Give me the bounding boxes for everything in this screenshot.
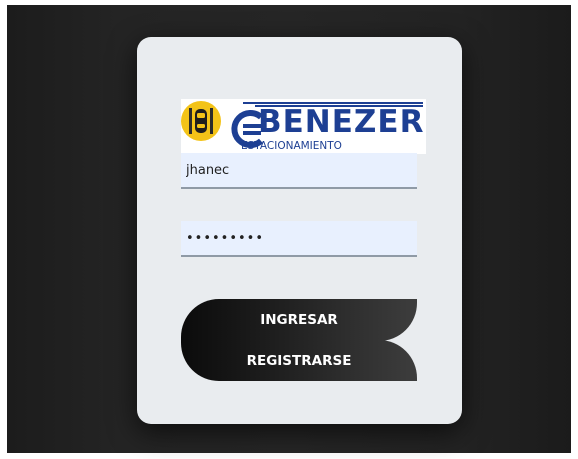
register-button[interactable]: REGISTRARSE [181,340,417,381]
car-parking-icon [181,101,221,141]
login-button[interactable]: INGRESAR [181,299,417,341]
brand-logo: BENEZER ESTACIONAMIENTO [181,99,426,154]
password-input[interactable] [181,221,417,257]
brand-name: BENEZER [258,104,425,140]
username-input[interactable] [181,153,417,189]
brand-subtitle: ESTACIONAMIENTO [241,140,342,152]
